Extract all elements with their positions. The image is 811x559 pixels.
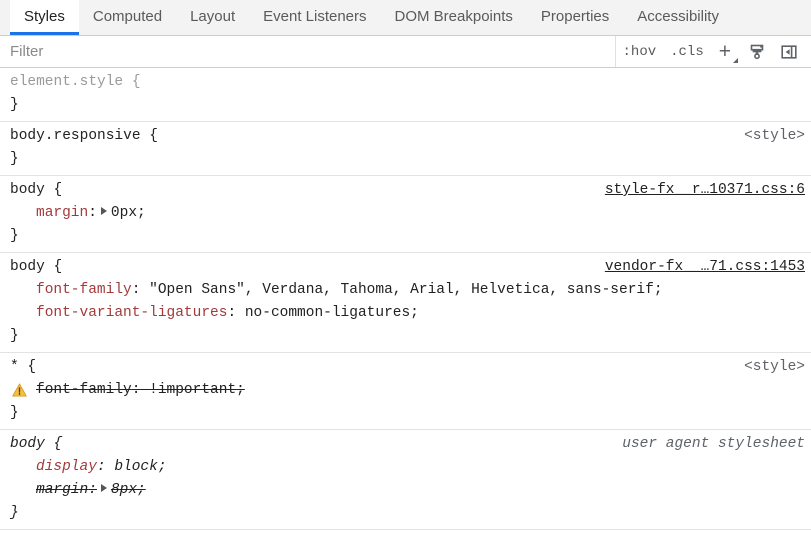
- rule-closing-brace: }: [10, 228, 19, 244]
- devtools-tab-bar: Styles Computed Layout Event Listeners DOM B…: [0, 0, 811, 36]
- stylesheet-origin-label: user agent stylesheet: [622, 436, 805, 452]
- declaration-semicolon: ;: [410, 305, 419, 321]
- css-rule-block: body { vendor-fx__…71.css:1453 font-family…: [0, 253, 811, 353]
- tab-event-listeners[interactable]: Event Listeners: [249, 0, 380, 35]
- declaration-value[interactable]: no-common-ligatures: [245, 305, 410, 321]
- rule-header: body { user agent stylesheet: [0, 433, 811, 456]
- rule-closing-brace: }: [10, 97, 19, 113]
- declaration-property[interactable]: font-variant-ligatures: [36, 305, 227, 321]
- rule-header: * { <style>: [0, 356, 811, 379]
- declaration-value[interactable]: 0px: [111, 205, 137, 221]
- declaration-semicolon: ;: [157, 459, 167, 475]
- rule-header: element.style {: [0, 71, 811, 94]
- css-rule-block: body {style-fx__r…10371.css:6 margin: 0px;…: [0, 176, 811, 253]
- declaration-value[interactable]: "Open Sans", Verdana, Tahoma, Arial, Hel…: [149, 282, 654, 298]
- css-rule-block: * { <style> font-family: !important;}: [0, 353, 811, 430]
- rule-header: body { vendor-fx__…71.css:1453: [0, 256, 811, 279]
- declaration-text: font-variant-ligatures: no-common-ligatu…: [36, 305, 419, 321]
- rule-selector[interactable]: body.responsive {: [10, 125, 158, 148]
- computed-style-paintbrush-button[interactable]: [741, 39, 773, 65]
- css-declaration[interactable]: font-family: !important;: [0, 379, 811, 402]
- rule-closing-brace: }: [10, 328, 19, 344]
- declaration-value[interactable]: block: [114, 459, 158, 475]
- rule-selector[interactable]: element.style {: [10, 71, 141, 94]
- css-declaration[interactable]: font-family: "Open Sans", Verdana, Tahom…: [0, 279, 811, 302]
- new-style-rule-button[interactable]: +: [711, 39, 741, 65]
- declaration-value[interactable]: !important: [149, 382, 236, 398]
- rule-selector[interactable]: * {: [10, 356, 36, 379]
- declaration-semicolon: ;: [137, 205, 146, 221]
- tab-layout[interactable]: Layout: [176, 0, 249, 35]
- declaration-text: font-family: !important;: [36, 382, 245, 398]
- stylesheet-origin-label: <style>: [744, 359, 805, 375]
- rule-closing-brace: }: [10, 505, 19, 521]
- declaration-colon: :: [131, 282, 141, 298]
- filter-field-wrapper: [0, 36, 616, 67]
- declaration-colon: :: [96, 459, 106, 475]
- tab-dom-breakpoints[interactable]: DOM Breakpoints: [381, 0, 527, 35]
- declaration-property[interactable]: display: [36, 459, 97, 475]
- tab-styles[interactable]: Styles: [10, 0, 79, 35]
- rule-selector[interactable]: body {: [10, 179, 62, 202]
- declaration-property[interactable]: margin: [36, 482, 88, 498]
- toggle-hover-state-button[interactable]: :hov: [616, 39, 664, 65]
- toggle-sidebar-button[interactable]: [773, 39, 805, 65]
- declaration-semicolon: ;: [653, 282, 663, 298]
- tab-accessibility[interactable]: Accessibility: [623, 0, 733, 35]
- stylesheet-origin-label: <style>: [744, 128, 805, 144]
- css-rules-list: element.style {} body.responsive { <style>…: [0, 68, 811, 530]
- declaration-semicolon: ;: [236, 382, 245, 398]
- expand-shorthand-triangle-icon[interactable]: [100, 207, 107, 215]
- collapse-sidebar-icon: [781, 44, 797, 59]
- tab-computed[interactable]: Computed: [79, 0, 176, 35]
- declaration-text: margin: 0px;: [36, 205, 146, 221]
- rule-header: body.responsive { <style>: [0, 125, 811, 148]
- declaration-property[interactable]: margin: [36, 205, 88, 221]
- declaration-semicolon: ;: [137, 482, 146, 498]
- declaration-value[interactable]: 8px: [111, 482, 137, 498]
- expand-shorthand-triangle-icon[interactable]: [100, 484, 107, 492]
- rule-closing-brace: }: [10, 151, 19, 167]
- paintbrush-icon: [750, 44, 764, 59]
- declaration-colon: :: [131, 382, 141, 398]
- stylesheet-source-link[interactable]: style-fx__r…10371.css:6: [593, 179, 805, 202]
- css-declaration[interactable]: margin: 8px;: [0, 479, 811, 502]
- toggle-element-classes-button[interactable]: .cls: [663, 39, 711, 65]
- styles-toolbar: :hov .cls +: [0, 36, 811, 68]
- rule-header: body { style-fx__r…10371.css:6: [0, 179, 811, 202]
- css-rule-block: element.style {}: [0, 68, 811, 122]
- filter-input[interactable]: [0, 39, 615, 64]
- css-rule-block: body { user agent stylesheet display: bloc…: [0, 430, 811, 530]
- plus-icon: +: [718, 40, 731, 63]
- css-rule-block: body.responsive { <style>}: [0, 122, 811, 176]
- css-declaration[interactable]: display: block;: [0, 456, 811, 479]
- declaration-text: font-family: "Open Sans", Verdana, Tahom…: [36, 282, 663, 298]
- declaration-text: margin: 8px;: [36, 482, 146, 498]
- declaration-property[interactable]: font-family: [36, 282, 132, 298]
- rule-selector[interactable]: body {: [10, 433, 62, 456]
- stylesheet-source-link[interactable]: vendor-fx__…71.css:1453: [593, 256, 805, 279]
- rule-closing-brace: }: [10, 405, 19, 421]
- declaration-text: display: block;: [36, 459, 167, 475]
- declaration-property[interactable]: font-family: [36, 382, 132, 398]
- declaration-colon: :: [88, 482, 97, 498]
- declaration-colon: :: [88, 205, 97, 221]
- declaration-colon: :: [227, 305, 237, 321]
- chevron-down-icon: [733, 57, 738, 63]
- css-declaration[interactable]: font-variant-ligatures: no-common-ligatu…: [0, 302, 811, 325]
- rule-selector[interactable]: body {: [10, 256, 62, 279]
- css-declaration[interactable]: margin: 0px;: [0, 202, 811, 225]
- tab-properties[interactable]: Properties: [527, 0, 623, 35]
- warning-icon: [12, 383, 27, 397]
